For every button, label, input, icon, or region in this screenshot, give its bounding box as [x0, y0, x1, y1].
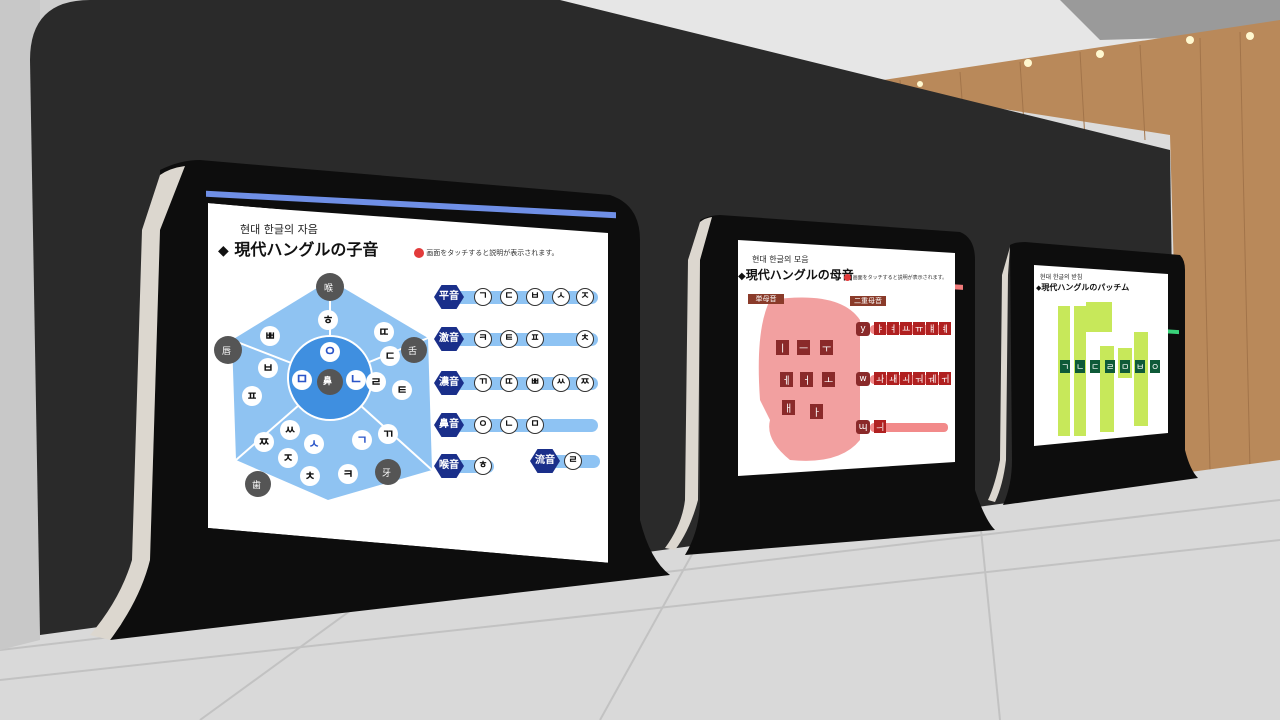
batchim-block	[1086, 302, 1112, 332]
batchim-char-7[interactable]: ㅇ	[1150, 360, 1161, 373]
panel3-header-kr: 현대 한글의 받침	[1040, 274, 1083, 281]
panel3-display	[1034, 265, 1168, 446]
batchim-column-3	[1100, 346, 1114, 432]
batchim-char-6[interactable]: ㅂ	[1135, 360, 1146, 373]
batchim-char-5[interactable]: ㅁ	[1120, 360, 1131, 373]
panel3-header-jp: ◆現代ハングルのパッチム	[1036, 282, 1129, 293]
exhibition-scene: 현대 한글의 자음 ◆ 現代ハングルの子音 画面をタッチすると説明が表示されます…	[0, 0, 1280, 720]
batchim-char-4[interactable]: ㄹ	[1105, 360, 1116, 373]
batchim-char-1[interactable]: ㄱ	[1060, 360, 1071, 373]
batchim-column-5	[1134, 332, 1148, 426]
panel3-title: 現代ハングルのパッチム	[1041, 283, 1130, 292]
batchim-char-3[interactable]: ㄷ	[1090, 360, 1101, 373]
batchim-char-2[interactable]: ㄴ	[1075, 360, 1086, 373]
